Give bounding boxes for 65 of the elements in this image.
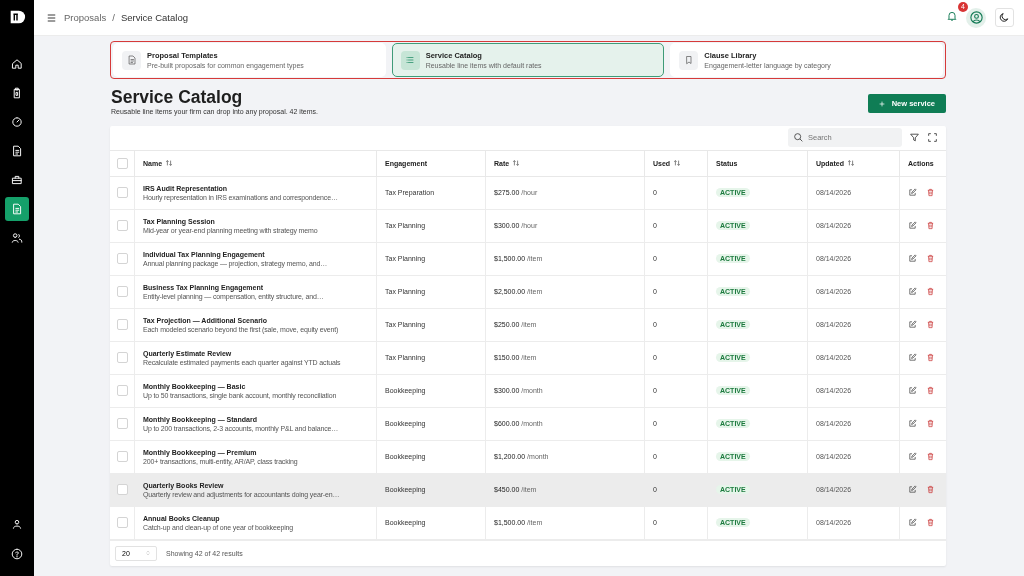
- select-all-checkbox[interactable]: [117, 157, 128, 169]
- delete-icon[interactable]: [925, 188, 935, 198]
- search-icon: [793, 132, 804, 144]
- sort-icon[interactable]: [165, 159, 174, 168]
- edit-icon[interactable]: [908, 353, 917, 363]
- bell-icon: [946, 10, 958, 22]
- delete-icon[interactable]: [925, 221, 935, 231]
- page-title: Service Catalog: [111, 87, 244, 107]
- delete-icon[interactable]: [925, 419, 935, 429]
- edit-icon[interactable]: [908, 518, 917, 528]
- help-icon: [11, 548, 23, 560]
- fullscreen-icon[interactable]: [927, 132, 938, 144]
- edit-icon[interactable]: [908, 419, 917, 429]
- users-icon: [11, 232, 23, 244]
- menu-icon[interactable]: [47, 13, 56, 22]
- delete-icon[interactable]: [925, 386, 935, 396]
- edit-icon[interactable]: [908, 287, 917, 297]
- avatar-button[interactable]: [966, 7, 986, 28]
- document-icon: [11, 203, 23, 215]
- breadcrumb-separator: /: [112, 12, 115, 23]
- sort-icon[interactable]: [847, 159, 855, 168]
- row-checkbox[interactable]: [117, 385, 128, 397]
- edit-icon[interactable]: [908, 254, 917, 264]
- filter-icon[interactable]: [909, 132, 920, 144]
- row-checkbox[interactable]: [117, 484, 128, 496]
- user-icon: [968, 10, 984, 25]
- delete-icon[interactable]: [925, 254, 935, 264]
- row-checkbox[interactable]: [117, 319, 128, 331]
- row-checkbox[interactable]: [117, 253, 128, 265]
- moon-icon: [998, 11, 1011, 24]
- logo-icon: [8, 8, 26, 26]
- list-icon: [400, 50, 420, 70]
- bookmark-icon: [679, 50, 699, 70]
- sort-icon[interactable]: [673, 159, 682, 168]
- edit-icon[interactable]: [908, 320, 917, 330]
- breadcrumb-item[interactable]: Proposals: [64, 12, 107, 23]
- edit-icon[interactable]: [908, 452, 917, 462]
- document-icon: [122, 50, 141, 70]
- delete-icon[interactable]: [925, 452, 935, 462]
- row-checkbox[interactable]: [117, 352, 128, 364]
- edit-icon[interactable]: [908, 221, 917, 231]
- row-checkbox[interactable]: [117, 187, 128, 199]
- delete-icon[interactable]: [925, 518, 935, 528]
- delete-icon[interactable]: [925, 485, 935, 495]
- row-checkbox[interactable]: [117, 517, 128, 529]
- row-checkbox[interactable]: [117, 451, 128, 463]
- sort-icon[interactable]: [512, 159, 521, 168]
- row-checkbox[interactable]: [117, 220, 128, 232]
- theme-toggle-button[interactable]: [995, 8, 1014, 27]
- gauge-icon: [11, 116, 23, 128]
- row-checkbox[interactable]: [117, 418, 128, 430]
- document-icon: [11, 145, 23, 157]
- plus-icon: [878, 100, 885, 107]
- delete-icon[interactable]: [925, 353, 935, 363]
- edit-icon[interactable]: [908, 386, 917, 396]
- row-checkbox[interactable]: [117, 286, 128, 298]
- briefcase-icon: [11, 174, 23, 186]
- edit-icon[interactable]: [908, 485, 917, 495]
- delete-icon[interactable]: [925, 320, 935, 330]
- user-icon: [11, 518, 23, 530]
- clipboard-icon: [11, 87, 23, 99]
- home-icon: [11, 58, 23, 70]
- delete-icon[interactable]: [925, 287, 935, 297]
- edit-icon[interactable]: [908, 188, 917, 198]
- breadcrumb-item: Service Catalog: [120, 12, 188, 23]
